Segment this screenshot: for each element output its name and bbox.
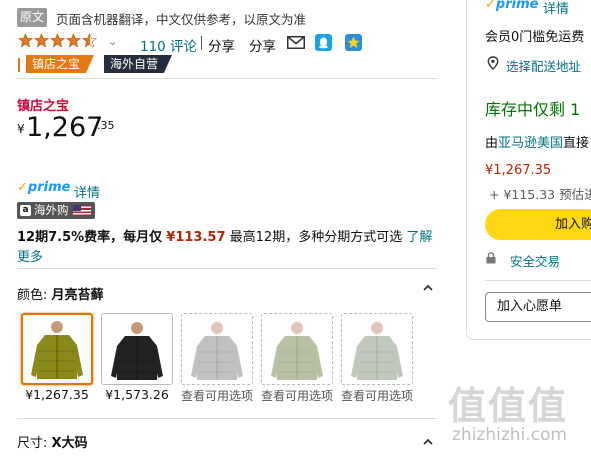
divider [18, 58, 20, 72]
star-icon [34, 33, 49, 48]
prime-logo: ✓prime [17, 180, 71, 195]
color-swatch[interactable] [21, 313, 93, 385]
chevron-down-icon[interactable]: ⌄ [108, 35, 117, 48]
jacket-image [111, 322, 163, 380]
watermark-logo: 值值值 [448, 384, 569, 428]
divider [17, 418, 437, 419]
price-currency: ¥ [17, 122, 25, 136]
secure-transaction-link[interactable]: 安全交易 [510, 251, 560, 270]
size-selector-label: 尺寸: X大码 [17, 436, 88, 451]
qq-share-icon[interactable] [315, 34, 332, 51]
buybox-price: ¥1,267.35 [485, 163, 552, 178]
color-swatch[interactable] [341, 313, 413, 385]
chevron-up-icon[interactable] [422, 436, 434, 448]
jacket-image [31, 321, 83, 379]
ships-from: 由亚马逊美国直接 [485, 136, 590, 151]
store-treasure-badge: 镇店之宝 [26, 55, 95, 73]
original-text-badge[interactable]: 原文 [17, 8, 47, 27]
prime-details-link[interactable]: 详情 [74, 182, 100, 201]
mail-icon[interactable] [287, 36, 305, 49]
us-flag-icon [72, 205, 91, 216]
buybox-prime-logo: ✓prime [485, 0, 538, 12]
star-icon [66, 33, 81, 48]
machine-translation-note: 页面含机器翻译，中文仅供参考，以原文为准 [56, 12, 307, 27]
divider [201, 36, 202, 50]
price-whole: 1,267 [26, 112, 104, 143]
price-fraction: .35 [97, 119, 115, 132]
overseas-badge: 海外自营 [104, 55, 173, 73]
star-icon [18, 33, 33, 48]
amazon-logo-icon: a [20, 205, 31, 216]
global-store-badge: a 海外购 [17, 202, 95, 219]
installment-info: 12期7.5%费率，每月仅 ¥113.57 最高12期，多种分期方式可选 了解更… [17, 228, 442, 268]
color-swatch[interactable] [261, 313, 333, 385]
divider [485, 280, 591, 281]
chevron-up-icon[interactable] [422, 282, 434, 294]
add-to-wishlist-button[interactable]: 加入心愿单 [485, 292, 591, 322]
watermark-url: zhizhizhi.com [452, 425, 567, 445]
divider [17, 268, 437, 269]
global-store-label: 海外购 [34, 203, 69, 217]
half-star-icon [82, 33, 97, 48]
divider [17, 78, 437, 79]
jacket-image [271, 322, 323, 380]
favorite-star-icon[interactable] [345, 34, 362, 51]
share-link[interactable]: 分享 [208, 35, 235, 55]
buybox-prime-details-link[interactable]: 详情 [543, 0, 569, 17]
swatch-price-label: ¥1,267.35 [25, 387, 89, 402]
free-shipping-text: 会员0门槛免运费 [485, 30, 585, 45]
swatch-price-label: ¥1,573.26 [105, 387, 169, 402]
installment-amount: ¥113.57 [166, 230, 226, 245]
installment-details: 最高12期，多种分期方式可选 [229, 230, 403, 245]
selected-size: X大码 [51, 436, 88, 451]
lock-icon [486, 252, 496, 264]
share-label: 分享 [249, 39, 276, 55]
reviews-link[interactable]: 110 评论 [140, 35, 197, 55]
color-selector-label: 颜色: 月亮苔藓 [17, 288, 104, 303]
color-swatch[interactable] [101, 313, 173, 385]
jacket-image [191, 322, 243, 380]
star-rating[interactable] [18, 33, 98, 48]
color-swatch[interactable] [181, 313, 253, 385]
selected-color: 月亮苔藓 [51, 288, 104, 303]
installment-period: 12期7.5%费率，每月仅 [17, 230, 163, 245]
prime-check-icon: ✓ [485, 0, 496, 12]
prime-check-icon: ✓ [17, 180, 28, 195]
star-icon [50, 33, 65, 48]
seller-link[interactable]: 亚马逊美国 [498, 136, 563, 151]
stock-status: 库存中仅剩 1 [485, 100, 581, 119]
location-pin-icon [487, 56, 499, 70]
swatch-price-label[interactable]: 查看可用选项 [257, 387, 337, 404]
import-fee: + ¥115.33 预估进 [489, 187, 591, 202]
select-address-link[interactable]: 选择配送地址 [506, 56, 581, 75]
swatch-price-label[interactable]: 查看可用选项 [337, 387, 417, 404]
jacket-image [351, 322, 403, 380]
add-to-cart-button[interactable]: 加入购 [485, 209, 591, 240]
swatch-price-label[interactable]: 查看可用选项 [177, 387, 257, 404]
